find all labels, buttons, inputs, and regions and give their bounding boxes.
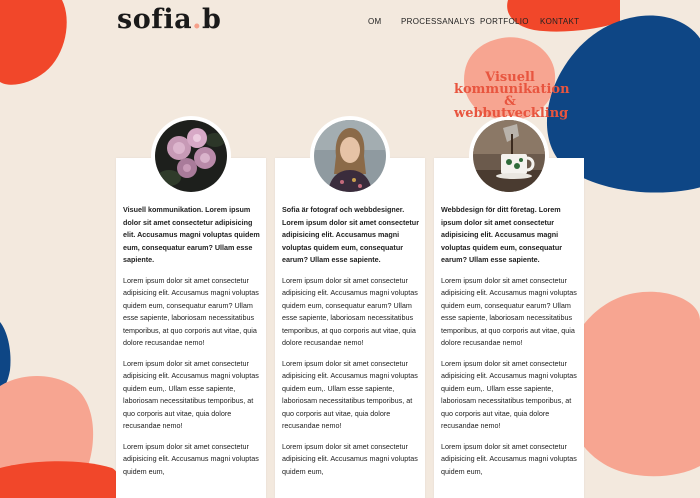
nav-item-portfolio[interactable]: PORTFOLIO — [480, 17, 529, 26]
peony-flowers-photo — [155, 120, 227, 192]
logo-end-text: b — [201, 4, 222, 35]
nav-item-om[interactable]: OM — [368, 17, 382, 26]
card-paragraph: Lorem ipsum dolor sit amet consectetur a… — [123, 358, 259, 431]
card-paragraph: Lorem ipsum dolor sit amet consectetur a… — [123, 441, 259, 476]
card-paragraph: Lorem ipsum dolor sit amet consectetur a… — [123, 275, 259, 348]
card-avatar-frame — [469, 116, 549, 196]
coffee-cup-photo — [473, 120, 545, 192]
service-card-about: Sofia är fotograf och webbdesigner. Lore… — [275, 116, 425, 498]
card-text: Visuell kommunikation. Lorem ipsum dolor… — [123, 204, 261, 486]
site-header: sofia.b OM PROCESSANALYS PORTFOLIO KONTA… — [0, 0, 700, 44]
card-paragraph: Lorem ipsum dolor sit amet consectetur a… — [441, 358, 577, 431]
hero-line-3: & webbutveckling — [454, 94, 569, 121]
card-paragraph: Lorem ipsum dolor sit amet consectetur a… — [441, 441, 577, 476]
card-avatar-frame — [151, 116, 231, 196]
card-lead: Visuell kommunikation. Lorem ipsum dolor… — [123, 205, 260, 264]
card-avatar-frame — [310, 116, 390, 196]
service-card-visual: Visuell kommunikation. Lorem ipsum dolor… — [116, 116, 266, 498]
red-blob-bottom-left — [0, 461, 119, 498]
card-lead: Webbdesign för ditt företag. Lorem ipsum… — [441, 205, 563, 264]
card-paragraph: Lorem ipsum dolor sit amet consectetur a… — [441, 275, 577, 348]
service-card-webdesign: Webbdesign för ditt företag. Lorem ipsum… — [434, 116, 584, 498]
nav-item-kontakt[interactable]: KONTAKT — [540, 17, 579, 26]
logo-main-text: sofia — [117, 4, 193, 35]
card-text: Sofia är fotograf och webbdesigner. Lore… — [282, 204, 420, 486]
card-paragraph: Lorem ipsum dolor sit amet consectetur a… — [282, 441, 418, 476]
portrait-photo — [314, 120, 386, 192]
site-logo[interactable]: sofia.b — [117, 4, 221, 35]
card-text: Webbdesign för ditt företag. Lorem ipsum… — [441, 204, 579, 486]
logo-dot: . — [192, 4, 202, 35]
hero-tagline: Visuell kommunikation & webbutveckling — [454, 71, 570, 121]
card-lead: Sofia är fotograf och webbdesigner. Lore… — [282, 205, 419, 264]
card-paragraph: Lorem ipsum dolor sit amet consectetur a… — [282, 275, 418, 348]
card-paragraph: Lorem ipsum dolor sit amet consectetur a… — [282, 358, 418, 431]
nav-item-processanalys[interactable]: PROCESSANALYS — [401, 17, 475, 26]
